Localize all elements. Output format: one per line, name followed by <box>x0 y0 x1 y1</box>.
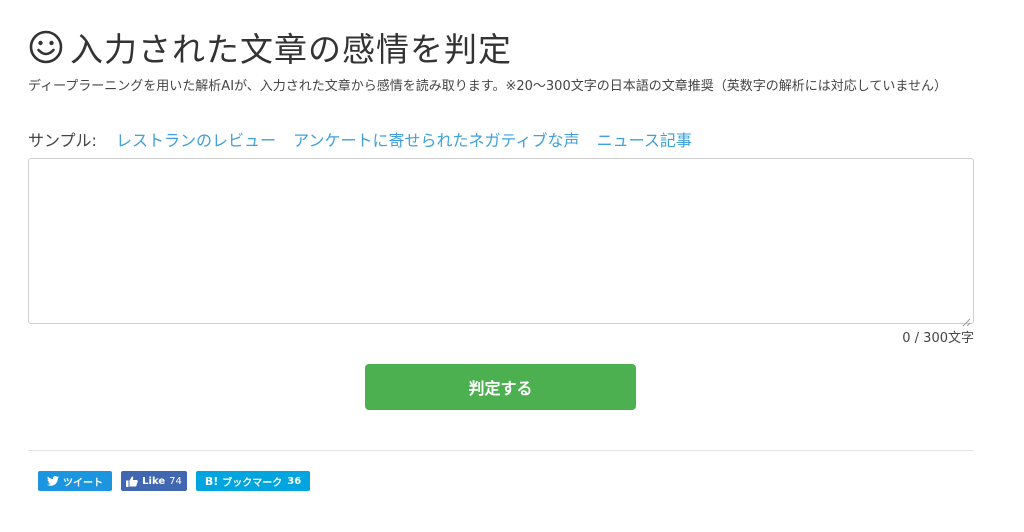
sample-link-restaurant-review[interactable]: レストランのレビュー <box>116 131 276 150</box>
hatena-count: 36 <box>287 475 302 487</box>
sample-link-news-article[interactable]: ニュース記事 <box>597 131 692 150</box>
hatena-bookmark-button[interactable]: B! ブックマーク 36 <box>196 471 310 491</box>
text-input[interactable] <box>28 158 974 324</box>
sample-links: サンプル: レストランのレビュー アンケートに寄せられたネガティブな声 ニュース… <box>28 130 704 152</box>
divider <box>28 450 974 451</box>
judge-button[interactable]: 判定する <box>365 364 636 410</box>
resize-grip-icon[interactable] <box>962 312 971 327</box>
hatena-label: ブックマーク <box>222 477 283 489</box>
share-buttons: ツイート Like 74 B! ブックマーク 36 <box>38 471 310 491</box>
page-title: 入力された文章の感情を判定 <box>28 22 512 72</box>
tweet-label: ツイート <box>63 477 103 489</box>
like-count: 74 <box>169 475 182 487</box>
like-label: Like <box>142 475 166 487</box>
page-title-text: 入力された文章の感情を判定 <box>70 30 512 69</box>
samples-label: サンプル: <box>28 131 97 150</box>
thumbs-up-icon <box>126 476 138 487</box>
sample-link-negative-survey[interactable]: アンケートに寄せられたネガティブな声 <box>293 131 579 150</box>
facebook-like-button[interactable]: Like 74 <box>121 471 187 491</box>
hatena-logo-icon: B! <box>204 474 219 488</box>
description: ディープラーニングを用いた解析AIが、入力された文章から感情を読み取ります。※2… <box>28 79 947 94</box>
smiley-face-icon <box>28 29 64 65</box>
tweet-button[interactable]: ツイート <box>38 471 112 491</box>
twitter-bird-icon <box>47 476 59 486</box>
character-counter: 0 / 300文字 <box>902 331 974 346</box>
